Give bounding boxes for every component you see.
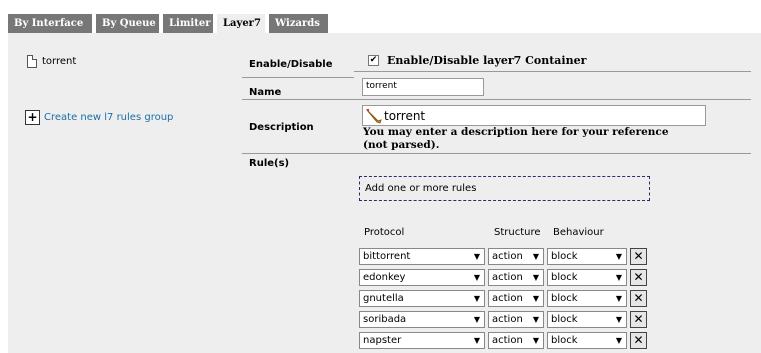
behaviour-header: Behaviour <box>553 227 604 238</box>
delete-rule-icon[interactable]: ✕ <box>630 290 647 307</box>
rule-row: bittorrent ▼ action ▼ block ▼ ✕ <box>359 248 647 265</box>
delete-rule-icon[interactable]: ✕ <box>630 248 647 265</box>
protocol-select[interactable]: gnutella ▼ <box>359 290 485 307</box>
behaviour-value: block <box>551 335 578 346</box>
name-input[interactable]: torrent <box>362 78 484 96</box>
structure-value: action <box>492 293 523 304</box>
dropdown-arrow-icon: ▼ <box>615 315 622 324</box>
protocol-value: edonkey <box>363 272 406 283</box>
dropdown-arrow-icon: ▼ <box>615 273 622 282</box>
rule-row: edonkey ▼ action ▼ block ▼ ✕ <box>359 269 647 286</box>
dropdown-arrow-icon: ▼ <box>532 294 539 303</box>
behaviour-select[interactable]: block ▼ <box>547 332 627 349</box>
description-value: torrent <box>384 108 426 123</box>
protocol-header: Protocol <box>364 227 405 238</box>
description-label: Description <box>249 122 314 133</box>
protocol-select[interactable]: edonkey ▼ <box>359 269 485 286</box>
structure-value: action <box>492 335 523 346</box>
tab-bar: By Interface By Queue Limiter Layer7 Wiz… <box>8 14 332 33</box>
enable-label: Enable/Disable <box>249 59 333 70</box>
structure-select[interactable]: action ▼ <box>488 311 544 328</box>
dropdown-arrow-icon: ▼ <box>615 336 622 345</box>
enable-row: ✔ Enable/Disable layer7 Container <box>368 54 586 67</box>
structure-value: action <box>492 272 523 283</box>
behaviour-value: block <box>551 272 578 283</box>
tab-by-interface[interactable]: By Interface <box>8 14 92 33</box>
add-rules-box[interactable]: Add one or more rules <box>359 176 650 201</box>
protocol-value: gnutella <box>363 293 404 304</box>
dropdown-arrow-icon: ▼ <box>473 273 480 282</box>
structure-select[interactable]: action ▼ <box>488 290 544 307</box>
description-help: You may enter a description here for you… <box>363 126 669 151</box>
behaviour-select[interactable]: block ▼ <box>547 248 627 265</box>
structure-header: Structure <box>494 227 541 238</box>
divider <box>242 77 354 78</box>
protocol-value: bittorrent <box>363 251 411 262</box>
pencil-icon <box>366 108 382 124</box>
dropdown-arrow-icon: ▼ <box>532 336 539 345</box>
divider <box>242 153 751 154</box>
structure-value: action <box>492 251 523 262</box>
add-document-icon[interactable]: + <box>25 110 40 125</box>
dropdown-arrow-icon: ▼ <box>473 294 480 303</box>
protocol-select[interactable]: napster ▼ <box>359 332 485 349</box>
behaviour-select[interactable]: block ▼ <box>547 290 627 307</box>
protocol-value: napster <box>363 335 402 346</box>
enable-text: Enable/Disable layer7 Container <box>387 54 587 67</box>
rule-row: soribada ▼ action ▼ block ▼ ✕ <box>359 311 647 328</box>
name-label: Name <box>249 87 282 98</box>
structure-select[interactable]: action ▼ <box>488 332 544 349</box>
enable-checkbox[interactable]: ✔ <box>368 55 379 66</box>
dropdown-arrow-icon: ▼ <box>473 336 480 345</box>
create-group-row[interactable]: + Create new l7 rules group <box>25 110 173 125</box>
document-icon <box>27 55 37 68</box>
behaviour-value: block <box>551 251 578 262</box>
dropdown-arrow-icon: ▼ <box>615 252 622 261</box>
divider <box>242 99 751 100</box>
tab-by-queue[interactable]: By Queue <box>96 14 159 33</box>
structure-select[interactable]: action ▼ <box>488 269 544 286</box>
behaviour-value: block <box>551 314 578 325</box>
description-field[interactable]: torrent <box>362 105 706 126</box>
rule-row: napster ▼ action ▼ block ▼ ✕ <box>359 332 647 349</box>
behaviour-value: block <box>551 293 578 304</box>
divider <box>354 71 751 72</box>
tab-limiter[interactable]: Limiter <box>163 14 213 33</box>
dropdown-arrow-icon: ▼ <box>473 315 480 324</box>
delete-rule-icon[interactable]: ✕ <box>630 332 647 349</box>
behaviour-select[interactable]: block ▼ <box>547 269 627 286</box>
protocol-value: soribada <box>363 314 407 325</box>
delete-rule-icon[interactable]: ✕ <box>630 311 647 328</box>
dropdown-arrow-icon: ▼ <box>532 315 539 324</box>
rules-label: Rule(s) <box>249 158 290 169</box>
dropdown-arrow-icon: ▼ <box>532 252 539 261</box>
tab-wizards[interactable]: Wizards <box>269 14 328 33</box>
create-group-link[interactable]: Create new l7 rules group <box>44 112 173 123</box>
structure-value: action <box>492 314 523 325</box>
l7-group-label: torrent <box>42 56 77 67</box>
tab-layer7[interactable]: Layer7 <box>217 14 265 33</box>
dropdown-arrow-icon: ▼ <box>532 273 539 282</box>
l7-group-item[interactable]: torrent <box>27 55 76 68</box>
protocol-select[interactable]: soribada ▼ <box>359 311 485 328</box>
rule-row: gnutella ▼ action ▼ block ▼ ✕ <box>359 290 647 307</box>
dropdown-arrow-icon: ▼ <box>615 294 622 303</box>
protocol-select[interactable]: bittorrent ▼ <box>359 248 485 265</box>
dropdown-arrow-icon: ▼ <box>473 252 480 261</box>
behaviour-select[interactable]: block ▼ <box>547 311 627 328</box>
delete-rule-icon[interactable]: ✕ <box>630 269 647 286</box>
structure-select[interactable]: action ▼ <box>488 248 544 265</box>
